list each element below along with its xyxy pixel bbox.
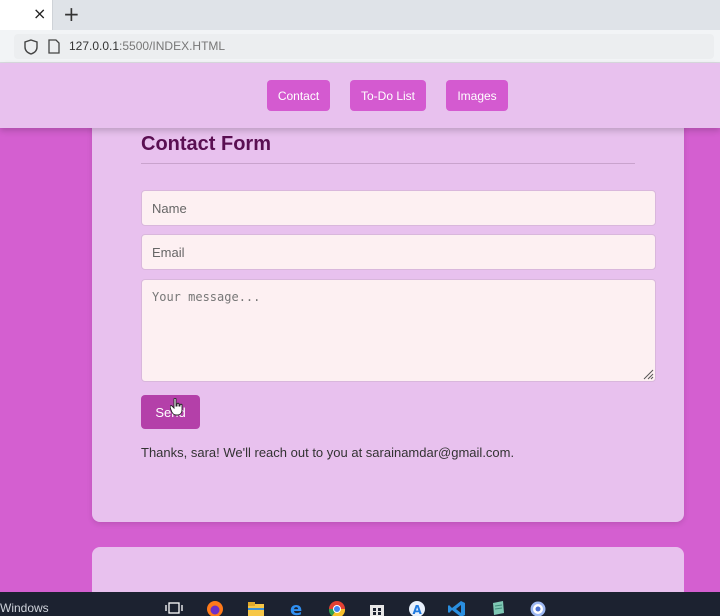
app-store-icon[interactable]: A	[408, 600, 426, 616]
chrome-icon[interactable]	[328, 600, 346, 616]
svg-text:A: A	[413, 603, 423, 616]
browser-tabstrip: × +	[0, 0, 720, 30]
svg-text:e: e	[290, 600, 302, 616]
new-tab-icon[interactable]: +	[63, 2, 80, 26]
taskbar: Windows e A	[0, 592, 720, 616]
notepad-icon[interactable]	[489, 600, 507, 616]
shield-icon[interactable]	[24, 39, 38, 55]
windows-label: Windows	[0, 601, 49, 615]
url-text: 127.0.0.1:5500/INDEX.HTML	[69, 39, 225, 53]
contact-card: Contact Form Send Thanks, sara! We'll re…	[92, 110, 684, 522]
resize-grip-icon[interactable]	[642, 368, 654, 380]
file-explorer-icon[interactable]	[247, 600, 265, 616]
browser-toolbar: 127.0.0.1:5500/INDEX.HTML	[0, 30, 720, 63]
form-title: Contact Form	[141, 133, 271, 155]
message-field[interactable]	[141, 279, 656, 382]
nav-images-button[interactable]: Images	[446, 80, 508, 111]
edge-icon[interactable]: e	[288, 600, 306, 616]
url-path: :5500/INDEX.HTML	[119, 39, 226, 53]
hand-cursor-icon	[170, 398, 183, 416]
url-host: 127.0.0.1	[69, 39, 120, 53]
title-divider	[141, 163, 635, 164]
email-field[interactable]	[141, 234, 656, 270]
store-icon[interactable]	[368, 600, 386, 616]
close-tab-icon[interactable]: ×	[33, 4, 46, 23]
firefox-icon[interactable]	[206, 600, 224, 616]
site-header: Contact To-Do List Images	[0, 63, 720, 128]
confirmation-message: Thanks, sara! We'll reach out to you at …	[141, 445, 515, 460]
task-view-icon[interactable]	[165, 600, 183, 616]
name-field[interactable]	[141, 190, 656, 226]
nav-contact-button[interactable]: Contact	[267, 80, 330, 111]
nav-todo-button[interactable]: To-Do List	[350, 80, 426, 111]
address-bar[interactable]: 127.0.0.1:5500/INDEX.HTML	[14, 34, 714, 59]
browser-tab[interactable]: ×	[0, 0, 53, 30]
page-icon[interactable]	[48, 39, 60, 54]
settings-icon[interactable]	[529, 600, 547, 616]
vscode-icon[interactable]	[448, 600, 466, 616]
